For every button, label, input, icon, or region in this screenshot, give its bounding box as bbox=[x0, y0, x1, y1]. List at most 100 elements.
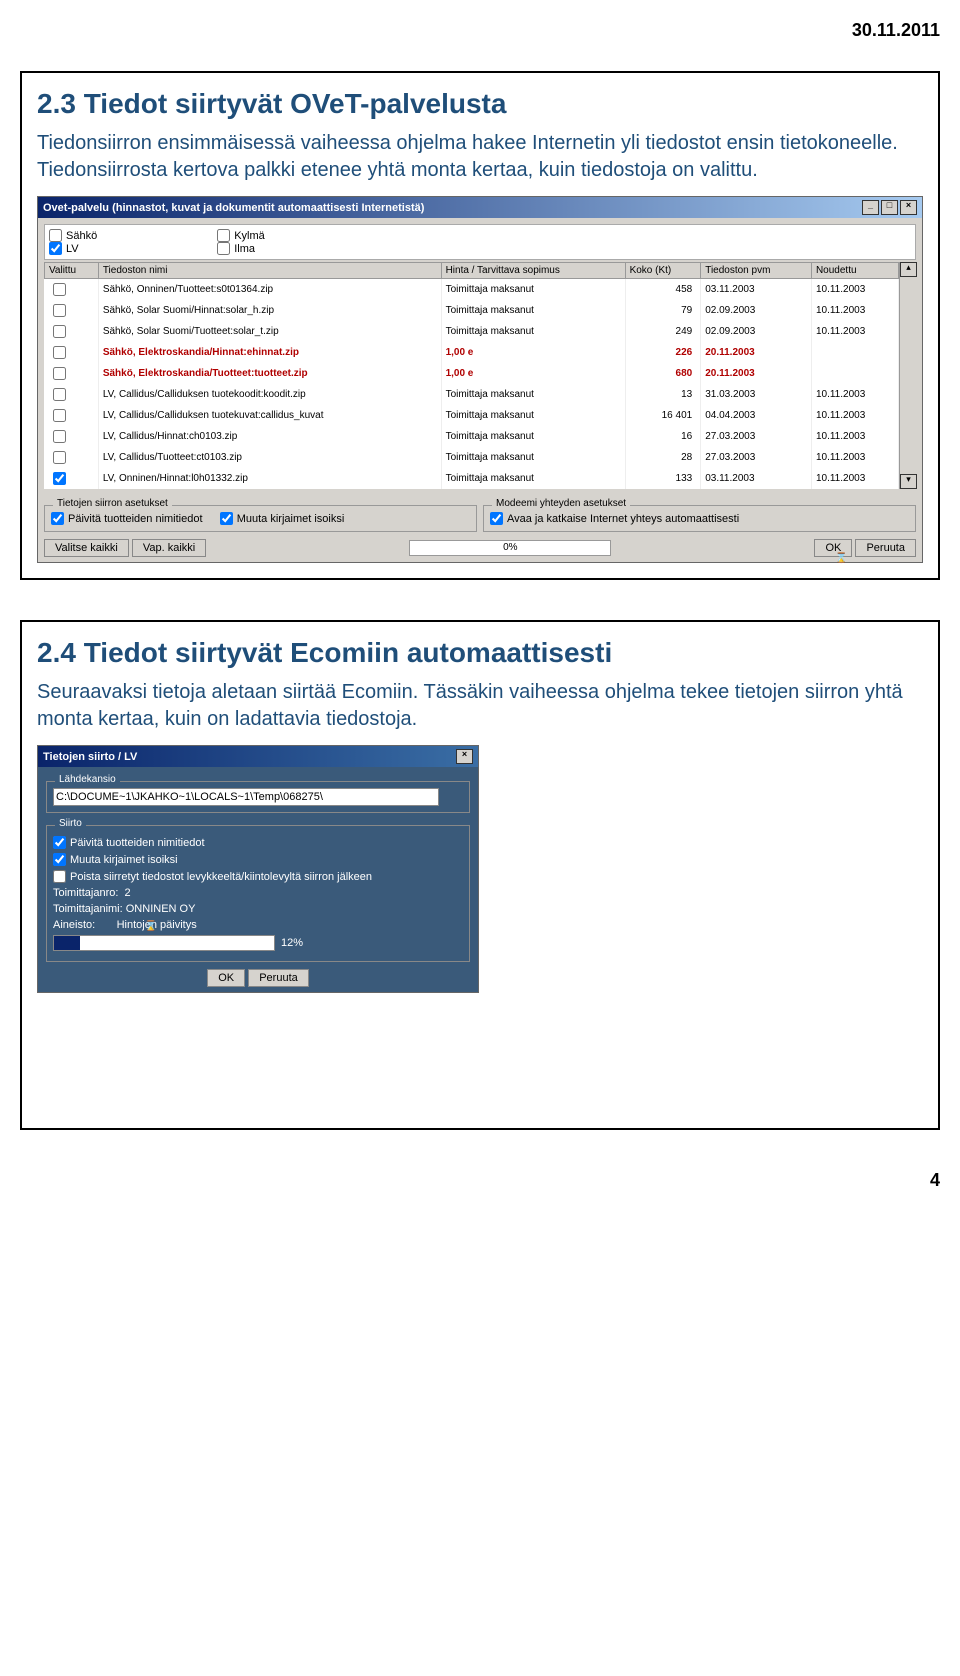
cancel-button-2[interactable]: Peruuta bbox=[248, 969, 309, 987]
cell: 28 bbox=[625, 447, 701, 468]
select-all-button[interactable]: Valitse kaikki bbox=[44, 539, 129, 557]
cell: 79 bbox=[625, 300, 701, 321]
table-row[interactable]: Sähkö, Solar Suomi/Hinnat:solar_h.zipToi… bbox=[45, 300, 899, 321]
cell: Toimittaja maksanut bbox=[441, 384, 625, 405]
lv-checkbox[interactable] bbox=[49, 242, 62, 255]
ovet-window: Ovet-palvelu (hinnastot, kuvat ja dokume… bbox=[37, 196, 923, 563]
cell: 10.11.2003 bbox=[811, 405, 898, 426]
uppercase-label-2: Muuta kirjaimet isoiksi bbox=[70, 854, 178, 866]
cell: Sähkö, Solar Suomi/Hinnat:solar_h.zip bbox=[98, 300, 441, 321]
toimittajanimi-label: Toimittajanimi: bbox=[53, 903, 123, 915]
maximize-icon[interactable]: □ bbox=[881, 200, 898, 215]
row-checkbox[interactable] bbox=[53, 388, 66, 401]
sahko-checkbox[interactable] bbox=[49, 229, 62, 242]
source-path-input[interactable] bbox=[53, 788, 439, 806]
slide1-body: Tiedonsiirron ensimmäisessä vaiheessa oh… bbox=[37, 130, 923, 184]
cell: 27.03.2003 bbox=[701, 447, 812, 468]
toimittajanro-label: Toimittajanro: bbox=[53, 887, 118, 899]
modem-settings-legend: Modeemi yhteyden asetukset bbox=[492, 498, 630, 509]
cell: 458 bbox=[625, 279, 701, 301]
cell: 04.04.2003 bbox=[701, 405, 812, 426]
row-checkbox[interactable] bbox=[53, 325, 66, 338]
cell: 03.11.2003 bbox=[701, 468, 812, 489]
cell bbox=[811, 342, 898, 363]
cell: LV, Callidus/Calliduksen tuotekuvat:call… bbox=[98, 405, 441, 426]
cell: 03.11.2003 bbox=[701, 279, 812, 301]
uppercase-checkbox-2[interactable] bbox=[53, 853, 66, 866]
table-row[interactable]: LV, Callidus/Tuotteet:ct0103.zipToimitta… bbox=[45, 447, 899, 468]
cell: 133 bbox=[625, 468, 701, 489]
cell: Toimittaja maksanut bbox=[441, 321, 625, 342]
kylma-checkbox[interactable] bbox=[217, 229, 230, 242]
scrollbar[interactable]: ▴ ▾ bbox=[899, 262, 916, 489]
table-row[interactable]: LV, Onninen/Hinnat:l0h01332.zipToimittaj… bbox=[45, 468, 899, 489]
toimittajanro-value: 2 bbox=[125, 887, 131, 899]
cell: 31.03.2003 bbox=[701, 384, 812, 405]
deselect-all-button[interactable]: Vap. kaikki bbox=[132, 539, 206, 557]
source-folder-group: Lähdekansio bbox=[46, 781, 470, 813]
cell: Sähkö, Elektroskandia/Hinnat:ehinnat.zip bbox=[98, 342, 441, 363]
row-checkbox[interactable] bbox=[53, 346, 66, 359]
cell: 10.11.2003 bbox=[811, 300, 898, 321]
table-row[interactable]: Sähkö, Solar Suomi/Tuotteet:solar_t.zipT… bbox=[45, 321, 899, 342]
cell: Sähkö, Elektroskandia/Tuotteet:tuotteet.… bbox=[98, 363, 441, 384]
ovet-window-title: Ovet-palvelu (hinnastot, kuvat ja dokume… bbox=[43, 202, 424, 214]
kylma-label: Kylmä bbox=[234, 230, 265, 242]
table-row[interactable]: LV, Callidus/Calliduksen tuotekuvat:call… bbox=[45, 405, 899, 426]
ilma-checkbox[interactable] bbox=[217, 242, 230, 255]
slide-2: 2.4 Tiedot siirtyvät Ecomiin automaattis… bbox=[20, 620, 940, 1130]
update-names-checkbox[interactable] bbox=[51, 512, 64, 525]
auto-connect-checkbox[interactable] bbox=[490, 512, 503, 525]
minimize-icon[interactable]: _ bbox=[862, 200, 879, 215]
cell: 02.09.2003 bbox=[701, 321, 812, 342]
cell: Toimittaja maksanut bbox=[441, 300, 625, 321]
table-row[interactable]: LV, Callidus/Hinnat:ch0103.zipToimittaja… bbox=[45, 426, 899, 447]
cell: 10.11.2003 bbox=[811, 447, 898, 468]
table-row[interactable]: Sähkö, Elektroskandia/Hinnat:ehinnat.zip… bbox=[45, 342, 899, 363]
cell: Sähkö, Onninen/Tuotteet:s0t01364.zip bbox=[98, 279, 441, 301]
scroll-up-icon[interactable]: ▴ bbox=[900, 262, 917, 277]
siirto-legend: Siirto bbox=[55, 818, 86, 829]
row-checkbox[interactable] bbox=[53, 472, 66, 485]
cell: 13 bbox=[625, 384, 701, 405]
cell: 20.11.2003 bbox=[701, 363, 812, 384]
update-names-checkbox-2[interactable] bbox=[53, 836, 66, 849]
cell: 10.11.2003 bbox=[811, 279, 898, 301]
uppercase-checkbox[interactable] bbox=[220, 512, 233, 525]
page-number: 4 bbox=[20, 1170, 940, 1191]
update-names-label-2: Päivitä tuotteiden nimitiedot bbox=[70, 837, 205, 849]
table-row[interactable]: Sähkö, Elektroskandia/Tuotteet:tuotteet.… bbox=[45, 363, 899, 384]
delete-after-checkbox[interactable] bbox=[53, 870, 66, 883]
cancel-button[interactable]: Peruuta bbox=[855, 539, 916, 557]
row-checkbox[interactable] bbox=[53, 283, 66, 296]
ok-button[interactable]: OK⌛ bbox=[814, 539, 852, 557]
row-checkbox[interactable] bbox=[53, 304, 66, 317]
siirto-group: Siirto Päivitä tuotteiden nimitiedot Muu… bbox=[46, 825, 470, 962]
ok-button-2[interactable]: OK bbox=[207, 969, 245, 987]
cell: Toimittaja maksanut bbox=[441, 426, 625, 447]
lv-label: LV bbox=[66, 243, 79, 255]
col-noudettu[interactable]: Noudettu bbox=[811, 263, 898, 279]
close-icon[interactable]: × bbox=[456, 749, 473, 764]
cell: 10.11.2003 bbox=[811, 426, 898, 447]
col-hinta[interactable]: Hinta / Tarvittava sopimus bbox=[441, 263, 625, 279]
row-checkbox[interactable] bbox=[53, 430, 66, 443]
row-checkbox[interactable] bbox=[53, 451, 66, 464]
siirto-progress-bar bbox=[53, 935, 275, 951]
table-row[interactable]: LV, Callidus/Calliduksen tuotekoodit:koo… bbox=[45, 384, 899, 405]
cell: LV, Callidus/Tuotteet:ct0103.zip bbox=[98, 447, 441, 468]
siirto-dialog: Tietojen siirto / LV × Lähdekansio Siirt… bbox=[37, 745, 479, 993]
col-koko[interactable]: Koko (Kt) bbox=[625, 263, 701, 279]
transfer-settings-legend: Tietojen siirron asetukset bbox=[53, 498, 172, 509]
scroll-down-icon[interactable]: ▾ bbox=[900, 474, 917, 489]
aineisto-value: Hintojen päivitys⌛ bbox=[117, 919, 197, 931]
row-checkbox[interactable] bbox=[53, 409, 66, 422]
cell: LV, Onninen/Hinnat:l0h01332.zip bbox=[98, 468, 441, 489]
col-pvm[interactable]: Tiedoston pvm bbox=[701, 263, 812, 279]
row-checkbox[interactable] bbox=[53, 367, 66, 380]
col-valittu[interactable]: Valittu bbox=[45, 263, 99, 279]
cell: Sähkö, Solar Suomi/Tuotteet:solar_t.zip bbox=[98, 321, 441, 342]
table-row[interactable]: Sähkö, Onninen/Tuotteet:s0t01364.zipToim… bbox=[45, 279, 899, 301]
col-tiedoston-nimi[interactable]: Tiedoston nimi bbox=[98, 263, 441, 279]
close-icon[interactable]: × bbox=[900, 200, 917, 215]
